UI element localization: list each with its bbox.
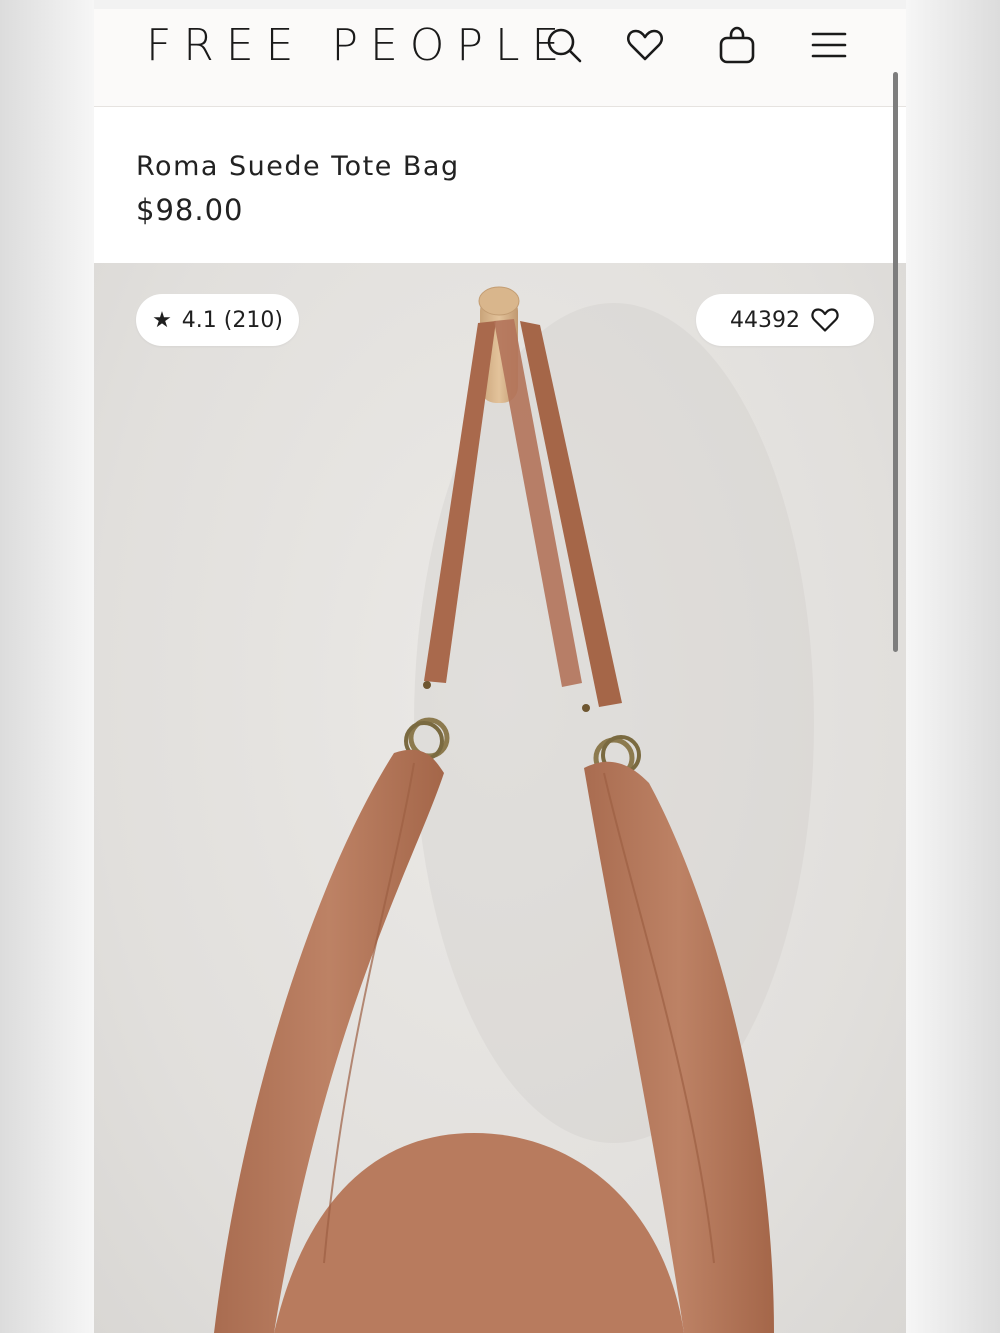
tote-bag-illustration [214, 286, 814, 1333]
site-header: FREE PEOPLE [94, 9, 906, 107]
rating-badge[interactable]: ★ 4.1 (210) [136, 294, 299, 346]
status-strip [94, 0, 906, 9]
star-icon: ★ [152, 307, 172, 333]
search-icon[interactable] [542, 23, 586, 67]
product-title: Roma Suede Tote Bag [136, 151, 460, 182]
likes-count: 44392 [730, 307, 800, 333]
brand-logo[interactable]: FREE PEOPLE [146, 21, 571, 71]
mobile-page: FREE PEOPLE Roma Suede Tote Bag $98.00 ★… [94, 0, 906, 1333]
shopping-bag-icon[interactable] [715, 23, 759, 67]
heart-icon[interactable] [623, 23, 667, 67]
product-price: $98.00 [136, 193, 244, 227]
favorite-button[interactable]: 44392 [696, 294, 874, 346]
scrollbar-thumb[interactable] [893, 72, 898, 652]
product-image[interactable]: ★ 4.1 (210) 44392 [94, 263, 906, 1333]
rating-text: 4.1 (210) [181, 307, 283, 333]
heart-outline-icon [811, 308, 839, 332]
menu-icon[interactable] [807, 23, 851, 67]
product-info: Roma Suede Tote Bag $98.00 [94, 107, 906, 263]
